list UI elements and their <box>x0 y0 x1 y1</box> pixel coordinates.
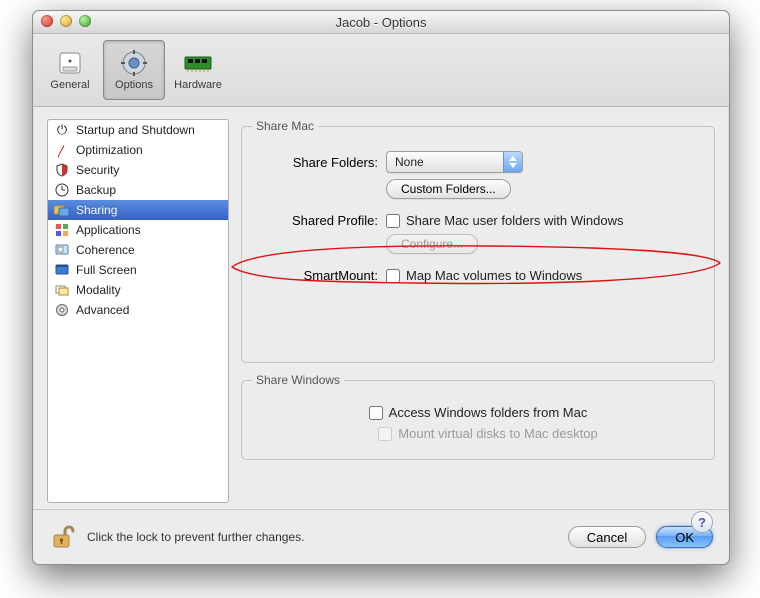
options-icon <box>119 49 149 77</box>
sidebar-item-label: Advanced <box>76 303 129 317</box>
sidebar-item-label: Security <box>76 163 119 177</box>
general-icon <box>55 49 85 77</box>
access-windows-checkbox-container[interactable]: Access Windows folders from Mac <box>369 405 588 420</box>
toolbar-general-label: General <box>50 79 89 91</box>
gear-icon <box>54 302 70 318</box>
help-button[interactable]: ? <box>691 511 713 533</box>
mount-virtual-disks-checkbox-label: Mount virtual disks to Mac desktop <box>398 426 597 441</box>
help-icon: ? <box>698 515 706 530</box>
clock-icon <box>54 182 70 198</box>
zoom-icon[interactable] <box>79 15 91 27</box>
sidebar-item-label: Modality <box>76 283 121 297</box>
shield-icon <box>54 162 70 178</box>
mount-virtual-disks-checkbox <box>378 427 392 441</box>
close-icon[interactable] <box>41 15 53 27</box>
unlock-icon <box>50 524 76 550</box>
smartmount-checkbox-container[interactable]: Map Mac volumes to Windows <box>386 268 582 283</box>
sidebar-item-label: Coherence <box>76 243 135 257</box>
window-controls <box>41 15 91 27</box>
coherence-icon <box>54 242 70 258</box>
lock-button[interactable] <box>49 523 77 551</box>
share-windows-legend: Share Windows <box>252 373 344 387</box>
titlebar[interactable]: Jacob - Options <box>33 11 729 34</box>
configure-label: Configure... <box>401 237 463 251</box>
pulse-icon: 〳 <box>54 142 70 158</box>
toolbar-hardware-label: Hardware <box>174 79 222 91</box>
cancel-label: Cancel <box>587 530 627 545</box>
sidebar-item-startup[interactable]: ⏻ Startup and Shutdown <box>48 120 228 140</box>
smartmount-label: SmartMount: <box>252 268 386 283</box>
access-windows-checkbox[interactable] <box>369 406 383 420</box>
sidebar-item-label: Sharing <box>76 203 117 217</box>
share-mac-legend: Share Mac <box>252 119 318 133</box>
shared-profile-checkbox-container[interactable]: Share Mac user folders with Windows <box>386 213 623 228</box>
sidebar-item-fullscreen[interactable]: Full Screen <box>48 260 228 280</box>
main-pane: Share Mac Share Folders: None <box>241 119 715 503</box>
power-icon: ⏻ <box>54 122 70 138</box>
toolbar-hardware[interactable]: Hardware <box>167 40 229 100</box>
custom-folders-label: Custom Folders... <box>401 182 496 196</box>
hardware-icon <box>183 49 213 77</box>
toolbar: General Options Hardware <box>33 34 729 107</box>
sidebar-item-label: Startup and Shutdown <box>76 123 195 137</box>
custom-folders-button[interactable]: Custom Folders... <box>386 179 511 199</box>
sidebar-item-security[interactable]: Security <box>48 160 228 180</box>
dropdown-arrows-icon <box>503 152 522 172</box>
sidebar-item-optimization[interactable]: 〳 Optimization <box>48 140 228 160</box>
sidebar-item-label: Optimization <box>76 143 143 157</box>
lock-message: Click the lock to prevent further change… <box>87 530 558 544</box>
window-title: Jacob - Options <box>335 15 426 30</box>
sidebar-item-sharing[interactable]: Sharing <box>48 200 228 220</box>
configure-button: Configure... <box>386 234 478 254</box>
smartmount-checkbox-label: Map Mac volumes to Windows <box>406 268 582 283</box>
fullscreen-icon <box>54 262 70 278</box>
ok-label: OK <box>675 530 694 545</box>
shared-profile-checkbox[interactable] <box>386 214 400 228</box>
access-windows-checkbox-label: Access Windows folders from Mac <box>389 405 588 420</box>
apps-icon <box>54 222 70 238</box>
mount-virtual-disks-checkbox-container: Mount virtual disks to Mac desktop <box>378 426 597 441</box>
folders-icon <box>54 202 70 218</box>
share-windows-group: Share Windows Access Windows folders fro… <box>241 373 715 460</box>
toolbar-options[interactable]: Options <box>103 40 165 100</box>
sidebar-item-modality[interactable]: Modality <box>48 280 228 300</box>
options-window: Jacob - Options General Options Hardware <box>32 10 730 565</box>
sidebar-item-label: Full Screen <box>76 263 137 277</box>
sidebar-item-backup[interactable]: Backup <box>48 180 228 200</box>
shared-profile-label: Shared Profile: <box>252 213 386 228</box>
footer: Click the lock to prevent further change… <box>33 509 729 564</box>
modality-icon <box>54 282 70 298</box>
sidebar-item-advanced[interactable]: Advanced <box>48 300 228 320</box>
smartmount-checkbox[interactable] <box>386 269 400 283</box>
share-folders-value: None <box>395 155 424 169</box>
toolbar-options-label: Options <box>115 79 153 91</box>
share-folders-label: Share Folders: <box>252 155 386 170</box>
sidebar: ⏻ Startup and Shutdown 〳 Optimization Se… <box>47 119 229 503</box>
cancel-button[interactable]: Cancel <box>568 526 646 548</box>
content-area: ⏻ Startup and Shutdown 〳 Optimization Se… <box>33 107 729 564</box>
share-folders-select[interactable]: None <box>386 151 523 173</box>
sidebar-item-label: Applications <box>76 223 141 237</box>
sidebar-item-label: Backup <box>76 183 116 197</box>
minimize-icon[interactable] <box>60 15 72 27</box>
share-mac-group: Share Mac Share Folders: None <box>241 119 715 363</box>
shared-profile-checkbox-label: Share Mac user folders with Windows <box>406 213 623 228</box>
toolbar-general[interactable]: General <box>39 40 101 100</box>
sidebar-item-applications[interactable]: Applications <box>48 220 228 240</box>
sidebar-item-coherence[interactable]: Coherence <box>48 240 228 260</box>
